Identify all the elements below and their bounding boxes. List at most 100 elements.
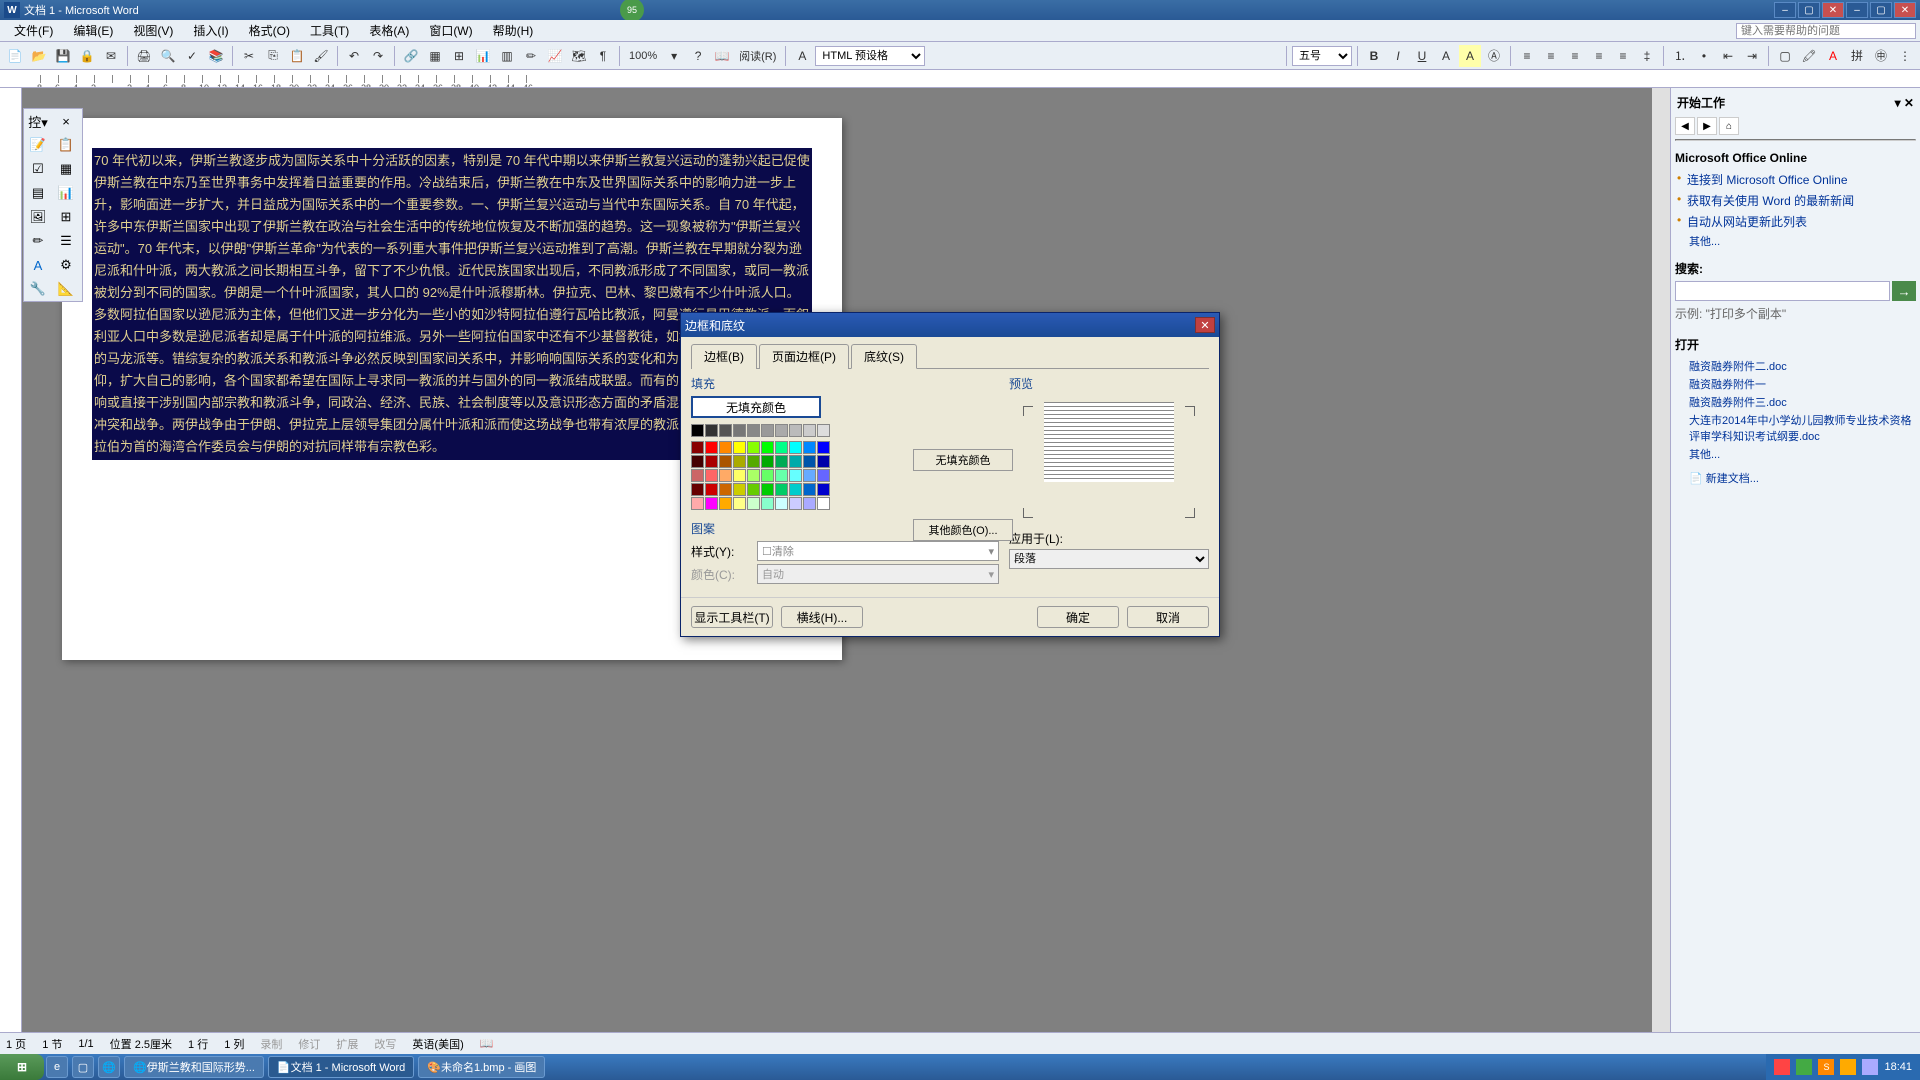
help-icon[interactable]: ? (687, 45, 709, 67)
tab-shading[interactable]: 底纹(S) (851, 344, 917, 369)
vertical-scrollbar[interactable] (1652, 88, 1670, 1076)
redo-icon[interactable]: ↷ (367, 45, 389, 67)
minimize-button[interactable]: – (1774, 2, 1796, 18)
color-swatch[interactable] (761, 483, 774, 496)
tool-10-icon[interactable]: ☰ (52, 229, 80, 253)
toolbox-grip-icon[interactable]: 控▾ (24, 109, 52, 133)
status-lang[interactable]: 英语(美国) (412, 1036, 463, 1052)
table-border-icon[interactable]: ▦ (424, 45, 446, 67)
borders-icon[interactable]: ▢ (1774, 45, 1796, 67)
align-center-icon[interactable]: ≡ (1540, 45, 1562, 67)
color-swatch[interactable] (719, 469, 732, 482)
toolbox-close-icon[interactable]: × (52, 109, 80, 133)
color-swatch[interactable] (733, 469, 746, 482)
tool-8-icon[interactable]: ⊞ (52, 205, 80, 229)
status-spellcheck-icon[interactable]: 📖 (480, 1037, 494, 1050)
color-swatch[interactable] (691, 497, 704, 510)
color-swatch[interactable] (719, 441, 732, 454)
enclose-icon[interactable]: ㊥ (1870, 45, 1892, 67)
columns-icon[interactable]: ▥ (496, 45, 518, 67)
pinyin-icon[interactable]: 拼 (1846, 45, 1868, 67)
research-icon[interactable]: 📚 (205, 45, 227, 67)
tp-link-connect[interactable]: 连接到 Microsoft Office Online (1675, 169, 1916, 190)
preview-icon[interactable]: 🔍 (157, 45, 179, 67)
color-swatch[interactable] (817, 441, 830, 454)
bullets-icon[interactable]: • (1693, 45, 1715, 67)
chart-icon[interactable]: 📈 (544, 45, 566, 67)
menu-window[interactable]: 窗口(W) (419, 20, 482, 41)
tool-6-icon[interactable]: 📊 (52, 181, 80, 205)
tray-icon-1[interactable] (1774, 1059, 1790, 1075)
tray-icon-3[interactable] (1840, 1059, 1856, 1075)
spell-icon[interactable]: ✓ (181, 45, 203, 67)
cut-icon[interactable]: ✂ (238, 45, 260, 67)
permission-icon[interactable]: 🔒 (76, 45, 98, 67)
quick-launch-ie-icon[interactable]: e (46, 1056, 68, 1078)
ok-button[interactable]: 确定 (1037, 606, 1119, 628)
color-swatch[interactable] (789, 497, 802, 510)
mail-icon[interactable]: ✉ (100, 45, 122, 67)
open-icon[interactable]: 📂 (28, 45, 50, 67)
tp-link-more[interactable]: 其他... (1675, 232, 1916, 250)
no-fill-button[interactable]: 无填充颜色 (691, 396, 821, 418)
doc-minimize-button[interactable]: – (1846, 2, 1868, 18)
color-swatch[interactable] (747, 424, 760, 437)
menu-tools[interactable]: 工具(T) (300, 20, 359, 41)
color-swatch[interactable] (719, 424, 732, 437)
color-swatch[interactable] (719, 455, 732, 468)
new-doc-icon[interactable]: 📄 (4, 45, 26, 67)
tool-11-icon[interactable]: ⚙ (52, 253, 80, 277)
color-swatch[interactable] (817, 469, 830, 482)
color-swatch[interactable] (789, 455, 802, 468)
status-overtype[interactable]: 改写 (374, 1036, 396, 1052)
color-swatch[interactable] (761, 469, 774, 482)
horizontal-ruler[interactable]: 8642246810121416182022242628303234363840… (0, 70, 1920, 88)
apply-to-select[interactable]: 段落 (1009, 549, 1209, 569)
taskbar-item-2[interactable]: 🎨 未命名1.bmp - 画图 (418, 1056, 545, 1078)
close-button[interactable]: ✕ (1822, 2, 1844, 18)
tool-5-icon[interactable]: ▤ (24, 181, 52, 205)
color-swatch[interactable] (747, 469, 760, 482)
start-button[interactable]: ⊞ (0, 1054, 44, 1080)
tool-1-icon[interactable]: 📝 (24, 133, 52, 157)
color-swatch[interactable] (789, 483, 802, 496)
quick-launch-browser-icon[interactable]: 🌐 (98, 1056, 120, 1078)
bold-icon[interactable]: B (1363, 45, 1385, 67)
menu-insert[interactable]: 插入(I) (183, 20, 238, 41)
status-track[interactable]: 修订 (298, 1036, 320, 1052)
tp-link-news[interactable]: 获取有关使用 Word 的最新新闻 (1675, 190, 1916, 211)
char-border-icon[interactable]: A (1435, 45, 1457, 67)
color-swatch[interactable] (789, 441, 802, 454)
color-swatch[interactable] (705, 497, 718, 510)
char-shading-icon[interactable]: A (1459, 45, 1481, 67)
color-swatch[interactable] (747, 441, 760, 454)
color-swatch[interactable] (803, 424, 816, 437)
tp-file-0[interactable]: 融资融券附件二.doc (1675, 357, 1916, 375)
no-fill-side-button[interactable]: 无填充颜色 (913, 449, 1013, 471)
line-spacing-icon[interactable]: ‡ (1636, 45, 1658, 67)
color-swatch[interactable] (775, 483, 788, 496)
read-label[interactable]: 阅读(R) (739, 48, 776, 64)
color-swatch[interactable] (761, 424, 774, 437)
color-swatch[interactable] (733, 483, 746, 496)
taskpane-dropdown-icon[interactable]: ▾ ✕ (1895, 96, 1914, 110)
distribute-icon[interactable]: ≡ (1612, 45, 1634, 67)
outdent-icon[interactable]: ⇤ (1717, 45, 1739, 67)
color-swatch[interactable] (789, 469, 802, 482)
align-right-icon[interactable]: ≡ (1564, 45, 1586, 67)
tp-back-icon[interactable]: ◀ (1675, 117, 1695, 135)
color-swatch[interactable] (817, 424, 830, 437)
tp-file-2[interactable]: 融资融券附件三.doc (1675, 393, 1916, 411)
color-swatch[interactable] (803, 441, 816, 454)
tray-clock[interactable]: 18:41 (1884, 1061, 1912, 1073)
color-swatch[interactable] (775, 469, 788, 482)
more-colors-button[interactable]: 其他颜色(O)... (913, 519, 1013, 541)
tool-7-icon[interactable]: 🖼 (24, 205, 52, 229)
color-swatch[interactable] (691, 455, 704, 468)
tp-file-1[interactable]: 融资融券附件一 (1675, 375, 1916, 393)
tp-file-3[interactable]: 大连市2014年中小学幼儿园教师专业技术资格评审学科知识考试纲要.doc (1675, 411, 1916, 445)
tab-borders[interactable]: 边框(B) (691, 344, 757, 369)
tp-search-input[interactable] (1675, 281, 1890, 301)
tab-page-border[interactable]: 页面边框(P) (759, 344, 849, 369)
save-icon[interactable]: 💾 (52, 45, 74, 67)
